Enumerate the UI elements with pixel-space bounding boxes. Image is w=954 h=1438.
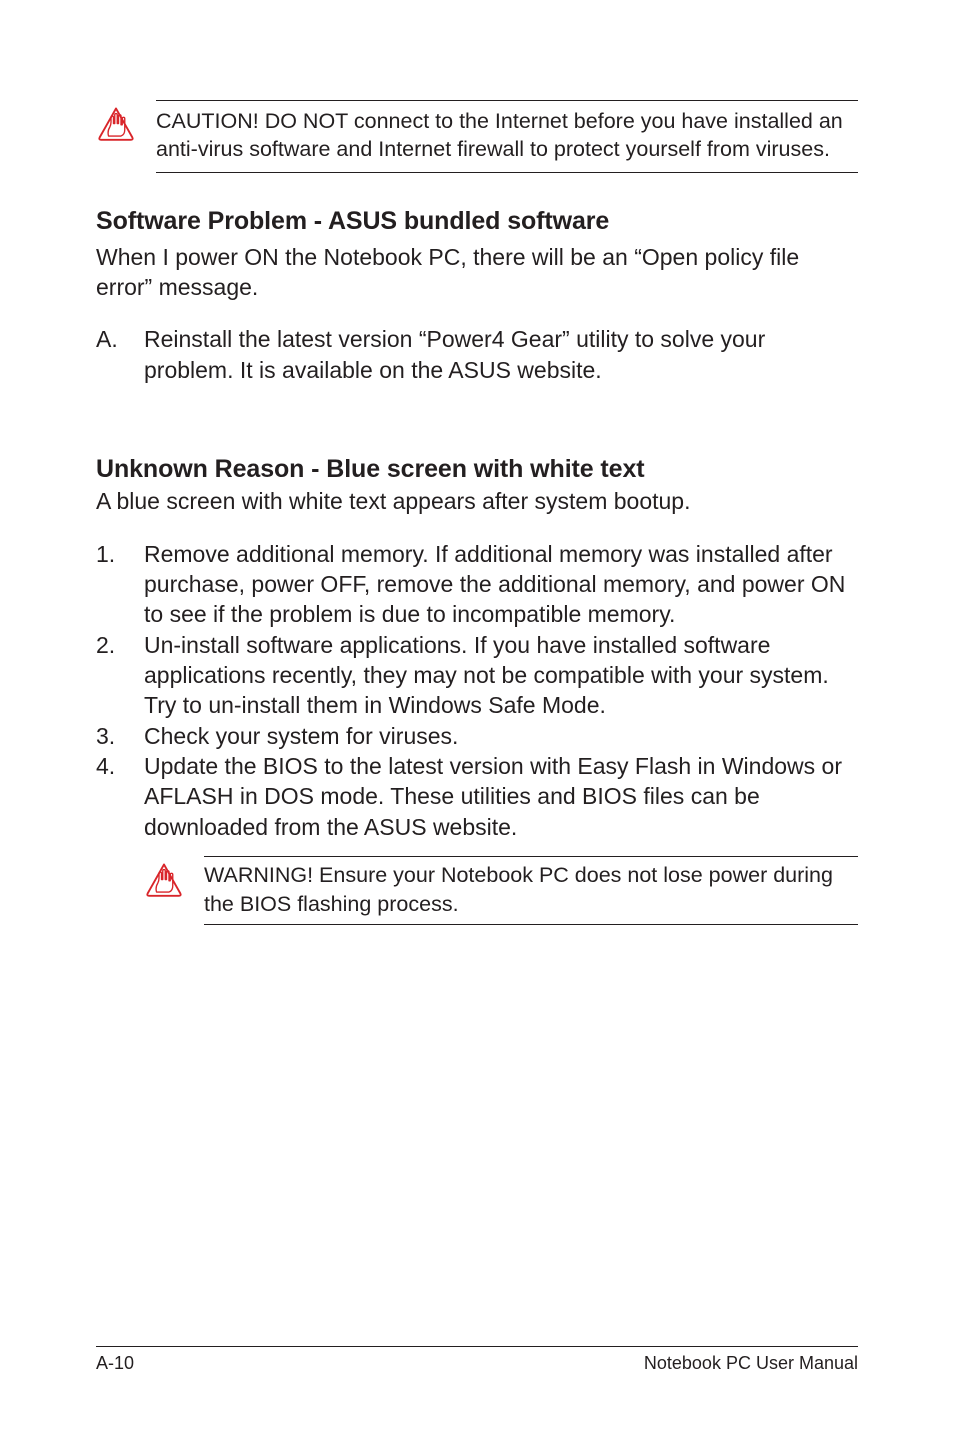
page-number: A-10: [96, 1353, 134, 1374]
section1-heading: Software Problem - ASUS bundled software: [96, 207, 858, 236]
section1-list: A. Reinstall the latest version “Power4 …: [96, 324, 858, 385]
list-item: 2. Un-install software applications. If …: [96, 630, 858, 721]
warning-hand-icon: [96, 106, 136, 146]
list-content: Reinstall the latest version “Power4 Gea…: [144, 324, 858, 385]
list-marker: 1.: [96, 539, 144, 630]
list-marker: 3.: [96, 721, 144, 751]
list-marker: 2.: [96, 630, 144, 721]
footer-title: Notebook PC User Manual: [644, 1353, 858, 1374]
warning-callout: WARNING! Ensure your Notebook PC does no…: [144, 856, 858, 925]
warning-hand-icon: [144, 862, 184, 902]
list-content: Update the BIOS to the latest version wi…: [144, 751, 858, 842]
list-item: 1. Remove additional memory. If addition…: [96, 539, 858, 630]
section2-list: 1. Remove additional memory. If addition…: [96, 539, 858, 843]
list-content: Check your system for viruses.: [144, 721, 858, 751]
section2-heading: Unknown Reason - Blue screen with white …: [96, 455, 858, 484]
caution-callout: CAUTION! DO NOT connect to the Internet …: [96, 100, 858, 173]
list-content: Un-install software applications. If you…: [144, 630, 858, 721]
caution-icon-col: [96, 100, 138, 151]
list-content: Remove additional memory. If additional …: [144, 539, 858, 630]
list-marker: A.: [96, 324, 144, 385]
warning-icon-col: [144, 856, 186, 907]
warning-text: WARNING! Ensure your Notebook PC does no…: [204, 856, 858, 925]
list-item: 4. Update the BIOS to the latest version…: [96, 751, 858, 842]
list-item: A. Reinstall the latest version “Power4 …: [96, 324, 858, 385]
section2-intro: A blue screen with white text appears af…: [96, 486, 858, 516]
page-footer: A-10 Notebook PC User Manual: [96, 1346, 858, 1374]
section1-intro: When I power ON the Notebook PC, there w…: [96, 242, 858, 303]
list-marker: 4.: [96, 751, 144, 842]
caution-text: CAUTION! DO NOT connect to the Internet …: [156, 100, 858, 173]
list-item: 3. Check your system for viruses.: [96, 721, 858, 751]
